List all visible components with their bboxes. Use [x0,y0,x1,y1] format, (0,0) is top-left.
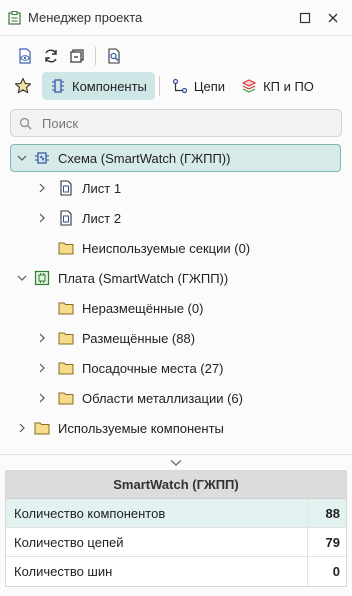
tree-item-placed[interactable]: Размещённые (88) [0,323,352,353]
chevron-right-icon[interactable] [34,360,50,376]
property-row[interactable]: Количество компонентов 88 [6,499,346,528]
filter-search-icon[interactable] [103,45,125,67]
sheet-icon [58,180,74,196]
toolbar [0,42,352,70]
tree-item-unused-sections[interactable]: Неиспользуемые секции (0) [0,233,352,263]
tab-components[interactable]: Компоненты [42,72,155,100]
nets-icon [172,78,188,94]
schematic-icon [34,150,50,166]
property-value: 0 [332,564,340,579]
property-row[interactable]: Количество цепей 79 [6,528,346,557]
chevron-right-icon[interactable] [34,210,50,226]
favorites-star-icon[interactable] [12,75,34,97]
tree-item-copper-areas[interactable]: Области металлизации (6) [0,383,352,413]
tree-item-label: Неразмещённые (0) [82,300,204,316]
project-manager-icon [8,10,22,25]
tab-layers[interactable]: КП и ПО [233,72,322,100]
toolbar-separator [95,47,96,65]
search-input[interactable] [42,115,322,131]
close-icon[interactable] [325,10,341,26]
layers-icon [241,78,257,94]
title-bar: Менеджер проекта [0,0,352,36]
property-key: Количество компонентов [6,499,308,527]
tab-label: КП и ПО [263,78,314,94]
search-icon [19,117,32,130]
collapse-icon[interactable] [66,45,88,67]
chevron-right-icon[interactable] [34,330,50,346]
tree-item-label: Посадочные места (27) [82,360,224,376]
tab-nets[interactable]: Цепи [164,72,233,100]
folder-icon [58,360,74,376]
board-icon [34,270,50,286]
properties-title: SmartWatch (ГЖПП) [6,471,346,499]
tree-item-label: Используемые компоненты [58,420,224,436]
property-value: 79 [325,534,340,550]
tree-item-label: Лист 1 [82,180,122,196]
tree-item-label: Размещённые (88) [82,330,196,346]
property-key: Количество цепей [6,528,308,556]
components-icon [50,78,66,94]
tree-item-used-components[interactable]: Используемые компоненты [0,413,352,443]
maximize-icon[interactable] [297,10,313,26]
property-row[interactable]: Количество шин 0 [6,557,346,586]
folder-icon [34,420,50,436]
properties-table: SmartWatch (ГЖПП) Количество компонентов… [5,470,347,587]
chevron-down-icon[interactable] [14,150,30,166]
panel-divider [0,454,352,455]
sheet-icon [58,210,74,226]
tab-label: Цепи [193,78,226,94]
tree-item-label: Схема (SmartWatch (ГЖПП)) [58,150,231,166]
tree-item-label: Неиспользуемые секции (0) [82,240,251,256]
panel-collapse-handle[interactable] [0,456,352,470]
tree-item-label: Лист 2 [82,210,122,226]
tree-item-label: Области металлизации (6) [82,390,243,406]
folder-icon [58,390,74,406]
tree-item-sheet-2[interactable]: Лист 2 [0,203,352,233]
folder-icon [58,300,74,316]
folder-icon [58,240,74,256]
property-value: 88 [325,505,340,521]
tree-item-footprints[interactable]: Посадочные места (27) [0,353,352,383]
window-title: Менеджер проекта [28,10,143,25]
tree-item-label: Плата (SmartWatch (ГЖПП)) [58,270,229,286]
chevron-down-icon[interactable] [14,270,30,286]
search-box [10,109,342,137]
tab-label: Компоненты [72,78,147,94]
visibility-icon[interactable] [14,45,36,67]
chevron-right-icon[interactable] [14,420,30,436]
chevron-right-icon[interactable] [34,390,50,406]
chevron-down-icon [170,459,182,467]
tree-item-sheet-1[interactable]: Лист 1 [0,173,352,203]
tree-item-schematic[interactable]: Схема (SmartWatch (ГЖПП)) [0,143,352,173]
refresh-icon[interactable] [40,45,62,67]
property-key: Количество шин [6,557,308,586]
folder-icon [58,330,74,346]
tree-item-unplaced[interactable]: Неразмещённые (0) [0,293,352,323]
chevron-right-icon[interactable] [34,180,50,196]
tree-item-board[interactable]: Плата (SmartWatch (ГЖПП)) [0,263,352,293]
tab-separator [158,76,160,96]
tab-bar: Компоненты Цепи КП и ПО [0,70,352,102]
